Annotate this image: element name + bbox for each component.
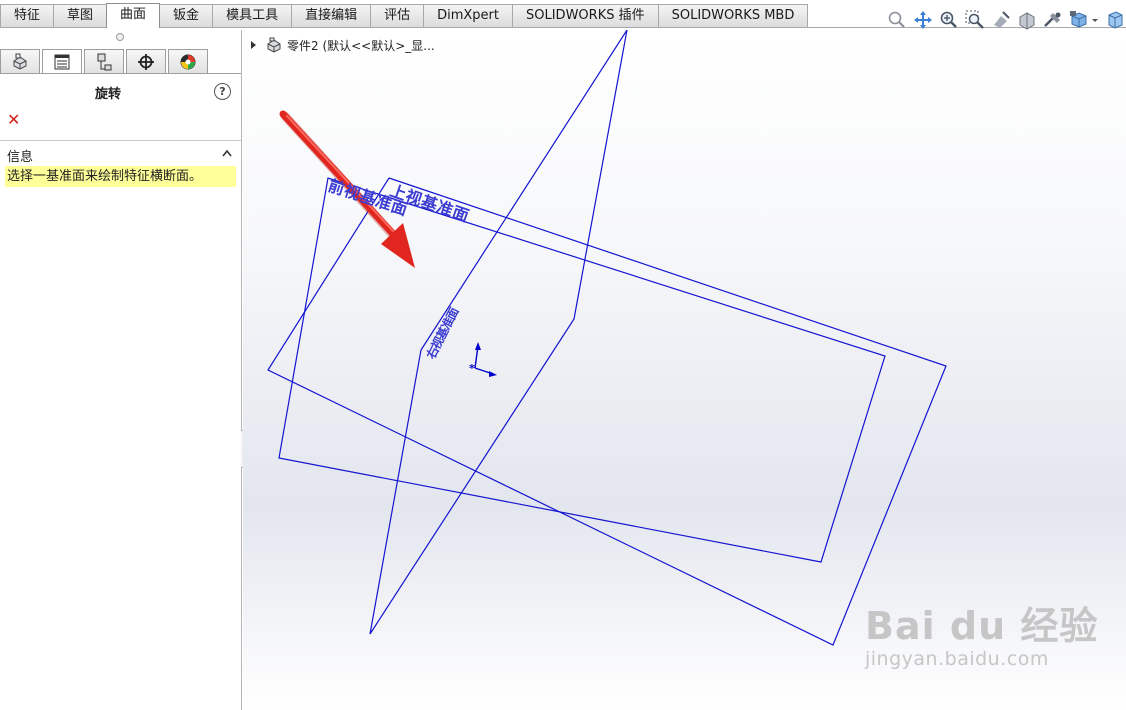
message-group-title: 信息 xyxy=(7,150,34,165)
zoom-to-area-icon[interactable] xyxy=(964,9,986,31)
command-manager-tabbar: 特征 草图 曲面 钣金 模具工具 直接编辑 评估 DimXpert SOLIDWORKS 插件 S… xyxy=(0,0,1126,30)
property-manager-title: 旋转 xyxy=(94,87,121,102)
tab-2[interactable]: 曲面 xyxy=(106,3,161,28)
dimxpert-manager-icon xyxy=(138,53,154,70)
tab-3[interactable]: 钣金 xyxy=(159,4,214,27)
dropdown-icon[interactable] xyxy=(1090,9,1100,31)
heads-up-view-toolbar xyxy=(882,8,1126,32)
message-group-header[interactable]: 信息 xyxy=(0,143,241,165)
feature-manager-tab[interactable] xyxy=(0,49,40,74)
previous-view-icon[interactable] xyxy=(990,9,1012,31)
property-manager-tab[interactable] xyxy=(42,49,82,74)
message-text: 选择一基准面来绘制特征横断面。 xyxy=(5,166,236,187)
panel-grip-handle[interactable] xyxy=(116,33,124,41)
property-manager-icon xyxy=(54,54,70,69)
part-name: 零件2 (默认<<默认>_显... xyxy=(287,38,435,53)
zoom-to-fit-icon[interactable] xyxy=(886,9,908,31)
watermark-sub: jingyan.baidu.com xyxy=(865,648,1049,670)
svg-text:*: * xyxy=(469,362,475,375)
right-plane-outline[interactable] xyxy=(369,30,628,635)
pan-icon[interactable] xyxy=(912,9,934,31)
tab-0[interactable]: 特征 xyxy=(0,4,55,27)
display-manager-icon xyxy=(180,54,196,69)
section-view-icon[interactable] xyxy=(1016,9,1038,31)
zoom-in-icon[interactable] xyxy=(938,9,960,31)
dimxpert-manager-tab[interactable] xyxy=(126,49,166,74)
display-manager-tab[interactable] xyxy=(168,49,208,74)
chevron-up-icon[interactable] xyxy=(222,149,232,157)
baidu-watermark: Bai du 经验 jingyan.baidu.com xyxy=(865,595,1098,670)
command-tabs: 特征 草图 曲面 钣金 模具工具 直接编辑 评估 DimXpert SOLIDWORKS 插件 S… xyxy=(0,3,809,28)
feature-manager-icon xyxy=(13,53,27,70)
view-orientation-icon[interactable] xyxy=(1068,9,1090,31)
manager-tabs-divider xyxy=(0,73,241,74)
tab-1[interactable]: 草图 xyxy=(53,4,108,27)
tab-6[interactable]: 评估 xyxy=(370,4,425,27)
feature-tree-root[interactable]: 零件2 (默认<<默认>_显... xyxy=(251,36,435,54)
configuration-manager-tab[interactable] xyxy=(84,49,124,74)
group-separator xyxy=(0,140,241,141)
tab-5[interactable]: 直接编辑 xyxy=(291,4,372,27)
help-icon[interactable]: ? xyxy=(214,83,231,100)
tab-4[interactable]: 模具工具 xyxy=(212,4,293,27)
top-plane-outline[interactable] xyxy=(267,177,947,646)
watermark-main: Bai du 经验 xyxy=(865,604,1099,648)
manager-tabs xyxy=(0,49,210,74)
tab-7[interactable]: DimXpert xyxy=(423,4,513,27)
tab-8[interactable]: SOLIDWORKS 插件 xyxy=(512,4,659,27)
hide-show-items-icon[interactable] xyxy=(1104,9,1126,31)
property-manager-panel: 旋转 ? ✕ 信息 选择一基准面来绘制特征横断面。 xyxy=(0,30,242,710)
tab-9[interactable]: SOLIDWORKS MBD xyxy=(657,4,809,27)
front-plane-outline[interactable] xyxy=(278,177,886,563)
expand-arrow-icon[interactable] xyxy=(251,41,256,49)
cancel-button[interactable]: ✕ xyxy=(7,110,20,129)
origin-triad-icon: * xyxy=(469,342,497,377)
configuration-manager-icon xyxy=(97,53,112,70)
display-style-icon[interactable] xyxy=(1042,9,1064,31)
part-icon xyxy=(267,37,281,53)
